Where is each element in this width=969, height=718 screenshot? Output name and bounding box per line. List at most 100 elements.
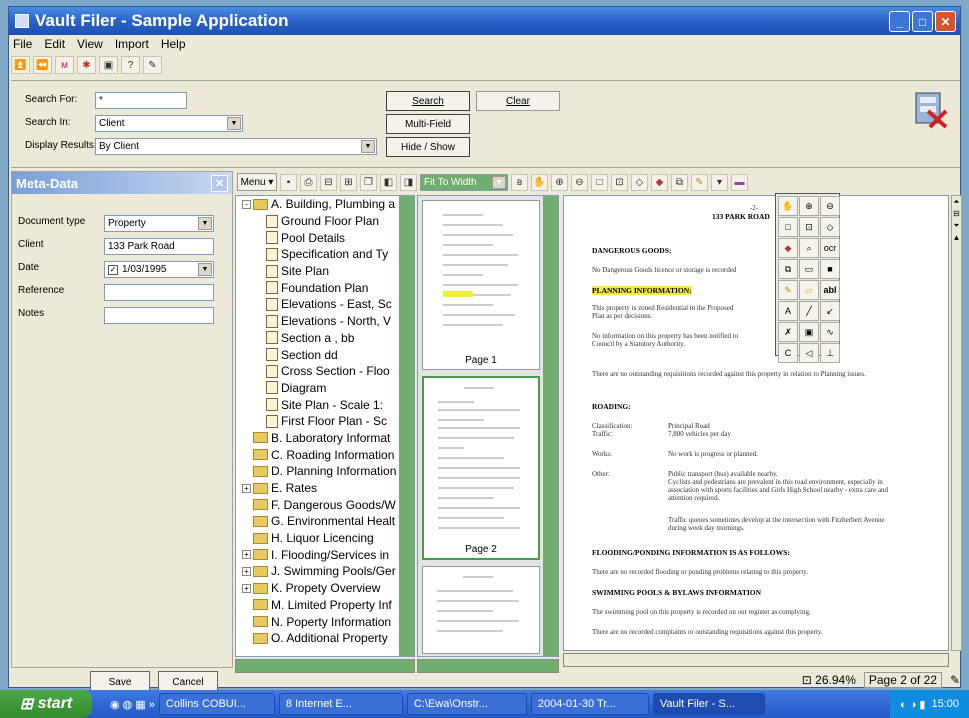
tree-document[interactable]: Ground Floor Plan: [236, 213, 414, 230]
note-icon[interactable]: ▱: [799, 280, 819, 300]
scan-icon[interactable]: ⊟: [320, 173, 337, 191]
menu-import[interactable]: Import: [115, 37, 149, 51]
thumbnail-scrollbar[interactable]: [543, 196, 558, 656]
date-checkbox[interactable]: ✓: [108, 265, 118, 275]
signature-stamp-icon[interactable]: ⊥: [820, 343, 840, 363]
tree-folder[interactable]: + J. Swimming Pools/Ger: [236, 563, 414, 580]
expand-toggle-icon[interactable]: +: [242, 566, 251, 576]
thumbnail-horizontal-scrollbar[interactable]: [417, 659, 559, 673]
search-for-input[interactable]: *: [95, 92, 187, 109]
start-button[interactable]: ⊞ start: [0, 690, 92, 718]
tree-horizontal-scrollbar[interactable]: [235, 659, 415, 673]
tree-folder[interactable]: + K. Propety Overview: [236, 580, 414, 597]
zoom-in-icon[interactable]: ⊕: [799, 196, 819, 216]
tree-document[interactable]: Elevations - North, V: [236, 313, 414, 330]
notes-field[interactable]: [104, 307, 214, 324]
document-horizontal-scrollbar[interactable]: [563, 653, 949, 667]
search-button[interactable]: Search: [386, 91, 470, 111]
zoom-rect-icon[interactable]: ⊡: [799, 217, 819, 237]
tree-document[interactable]: Specification and Ty: [236, 246, 414, 263]
users-icon[interactable]: ᴍ: [55, 56, 74, 74]
grid-icon[interactable]: ⊞: [340, 173, 357, 191]
tree-document[interactable]: Site Plan - Scale 1:: [236, 396, 414, 413]
page-back-icon[interactable]: ◧: [380, 173, 397, 191]
zoom-rect-icon[interactable]: ⊡: [611, 173, 628, 191]
tree-folder[interactable]: O. Additional Property: [236, 630, 414, 647]
expand-toggle-icon[interactable]: +: [242, 550, 251, 560]
first-record-icon[interactable]: ⏫: [11, 56, 30, 74]
tree-folder[interactable]: B. Laboratory Informat: [236, 430, 414, 447]
tree-document[interactable]: First Floor Plan - Sc: [236, 413, 414, 430]
hand-icon[interactable]: ✋: [778, 196, 798, 216]
filled-rect-icon[interactable]: ■: [820, 259, 840, 279]
text-tool-icon[interactable]: abl: [820, 280, 840, 300]
close-icon[interactable]: ✕: [211, 174, 228, 192]
tree-folder[interactable]: C. Roading Information: [236, 446, 414, 463]
reference-field[interactable]: [104, 284, 214, 301]
print-icon[interactable]: ⎙: [300, 173, 317, 191]
zoom-in-icon[interactable]: ⊕: [551, 173, 568, 191]
hand-icon[interactable]: ✋: [531, 173, 548, 191]
menu-edit[interactable]: Edit: [44, 37, 65, 51]
task-document[interactable]: 2004-01-30 Tr...: [530, 693, 649, 715]
display-results-select[interactable]: By Client ▼: [95, 138, 377, 155]
stamp-icon[interactable]: ⧉: [778, 259, 798, 279]
hollow-rect-icon[interactable]: ▭: [799, 259, 819, 279]
arrow-icon[interactable]: ↙: [820, 301, 840, 321]
freehand-icon[interactable]: ∿: [820, 322, 840, 342]
help-icon[interactable]: ?: [121, 56, 140, 74]
tree-folder[interactable]: + I. Flooding/Services in: [236, 546, 414, 563]
eraser-red-icon[interactable]: ◆: [651, 173, 668, 191]
save-icon[interactable]: ▪: [280, 173, 297, 191]
magnifier-icon[interactable]: ⌕: [799, 238, 819, 258]
clear-button[interactable]: Clear: [476, 91, 560, 111]
polygon-icon[interactable]: ◁: [799, 343, 819, 363]
maximize-button[interactable]: □: [912, 11, 933, 32]
annotation-dropdown-icon[interactable]: ▾: [711, 173, 728, 191]
tree-folder[interactable]: D. Planning Information: [236, 463, 414, 480]
task-internet-explorer[interactable]: 8 Internet E...: [278, 693, 403, 715]
image-stamp-icon[interactable]: ▣: [799, 322, 819, 342]
line-icon[interactable]: ╱: [799, 301, 819, 321]
settings-icon[interactable]: ✎: [143, 56, 162, 74]
quick-launch-icons[interactable]: ◉ ◍ ▦ »: [110, 698, 155, 711]
eraser-icon[interactable]: ◇: [820, 217, 840, 237]
hide-show-button[interactable]: Hide / Show: [386, 137, 470, 157]
chevron-down-icon[interactable]: ▼: [198, 263, 212, 276]
tree-document[interactable]: Site Plan: [236, 263, 414, 280]
expand-toggle-icon[interactable]: +: [242, 483, 251, 493]
tree-document[interactable]: Foundation Plan: [236, 279, 414, 296]
tree-folder[interactable]: H. Liquor Licencing: [236, 530, 414, 547]
curve-icon[interactable]: C: [778, 343, 798, 363]
tree-scrollbar[interactable]: [399, 196, 414, 656]
chevron-down-icon[interactable]: ▼: [198, 217, 212, 230]
menu-help[interactable]: Help: [161, 37, 186, 51]
tree-folder[interactable]: F. Dangerous Goods/W: [236, 496, 414, 513]
zoom-select[interactable]: Fit To Width ▼: [420, 173, 508, 191]
tray-icons[interactable]: ◐ ◑ ▮: [900, 698, 925, 711]
print-preview-icon[interactable]: ▣: [99, 56, 118, 74]
binarize-icon[interactable]: ʙ: [511, 173, 528, 191]
eraser-icon[interactable]: ◇: [631, 173, 648, 191]
document-type-select[interactable]: Property ▼: [104, 215, 214, 232]
marker-icon[interactable]: ✗: [778, 322, 798, 342]
client-field[interactable]: 133 Park Road: [104, 238, 214, 255]
page-nav-arrows-icon[interactable]: ⏶ ⊟ ⏷ ▲: [952, 196, 961, 244]
thumbnail-page-1[interactable]: Page 1: [422, 200, 540, 370]
highlighter-icon[interactable]: ▬: [731, 173, 748, 191]
tree-document[interactable]: Pool Details: [236, 229, 414, 246]
import-icon[interactable]: ✱: [77, 56, 96, 74]
copy-icon[interactable]: ❐: [360, 173, 377, 191]
search-in-select[interactable]: Client ▼: [95, 115, 243, 132]
pen-icon[interactable]: ✎: [778, 280, 798, 300]
task-explorer[interactable]: C:\Ewa\Onstr...: [406, 693, 527, 715]
menu-view[interactable]: View: [77, 37, 103, 51]
zoom-out-icon[interactable]: ⊖: [571, 173, 588, 191]
chevron-down-icon[interactable]: ▼: [227, 117, 241, 130]
menu-file[interactable]: File: [13, 37, 32, 51]
tree-folder[interactable]: + E. Rates: [236, 480, 414, 497]
date-picker[interactable]: ✓ 1/03/1995 ▼: [104, 261, 214, 278]
page-nav-scrollbar[interactable]: ⏶ ⊟ ⏷ ▲: [951, 195, 962, 651]
tree-document[interactable]: Elevations - East, Sc: [236, 296, 414, 313]
tree-document[interactable]: Section a , bb: [236, 330, 414, 347]
